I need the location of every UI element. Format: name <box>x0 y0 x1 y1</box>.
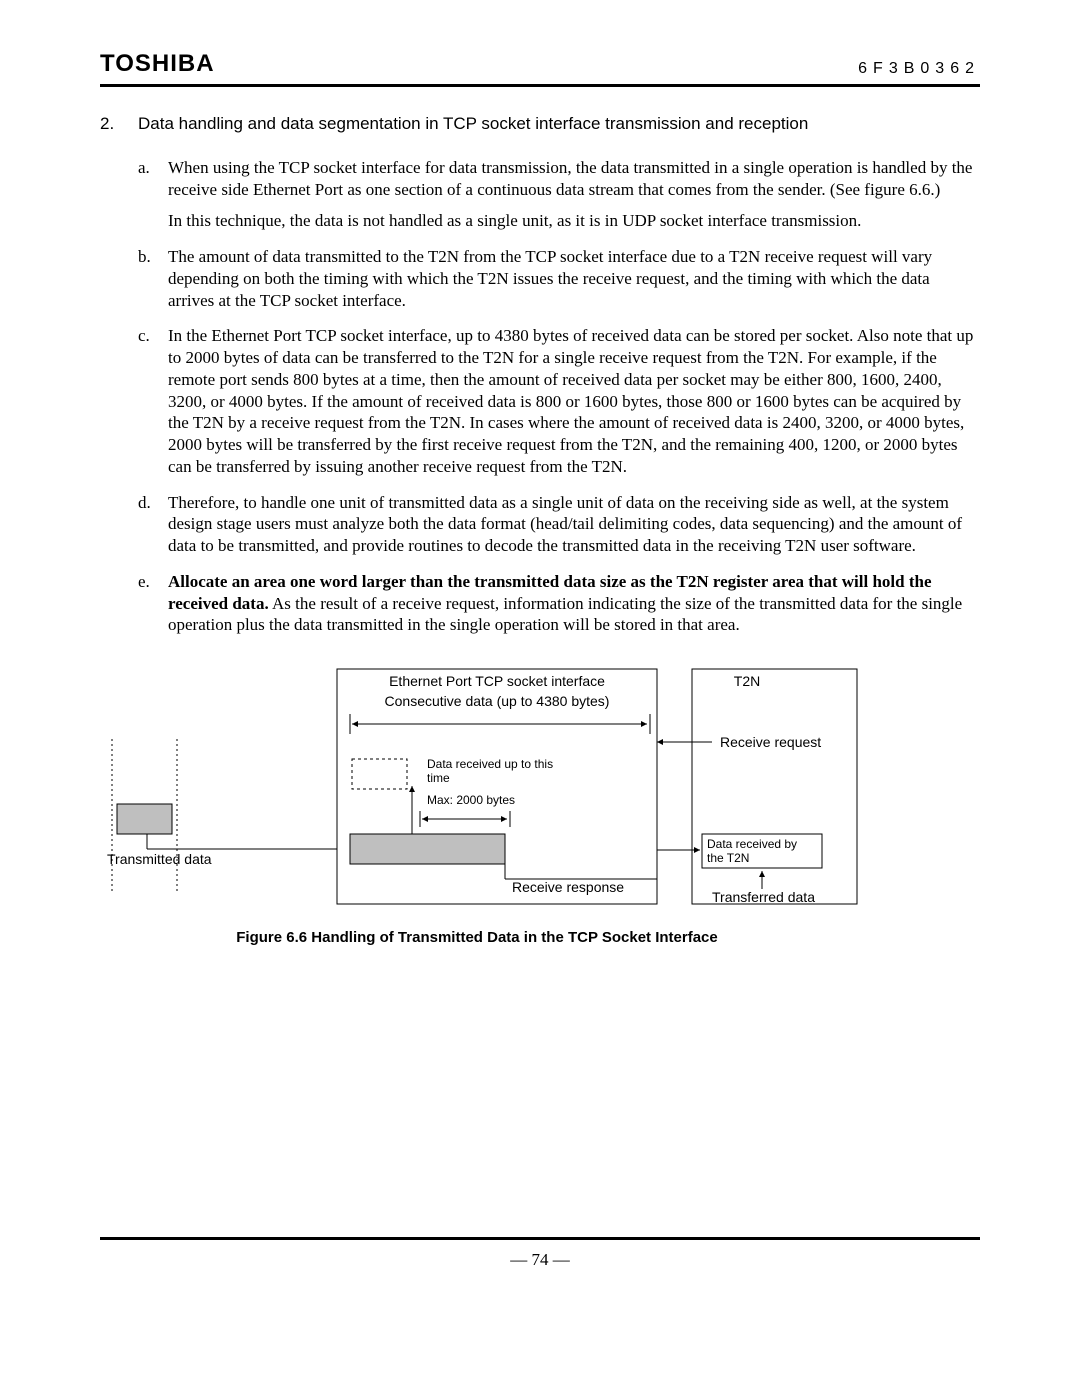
sub-marker: c. <box>138 325 168 477</box>
figure-6-6: Ethernet Port TCP socket interface Conse… <box>92 664 862 914</box>
paragraph: The amount of data transmitted to the T2… <box>168 246 980 311</box>
sub-body: The amount of data transmitted to the T2… <box>168 246 980 311</box>
paragraph: In the Ethernet Port TCP socket interfac… <box>168 325 980 477</box>
paragraph: When using the TCP socket interface for … <box>168 157 980 201</box>
figure-caption: Figure 6.6 Handling of Transmitted Data … <box>92 928 862 947</box>
label-rxbyT2N2: the T2N <box>707 851 749 865</box>
sub-body: When using the TCP socket interface for … <box>168 157 980 232</box>
label-receive-response: Receive response <box>512 879 624 895</box>
sub-marker: a. <box>138 157 168 232</box>
label-rxbyT2N1: Data received by <box>707 837 797 851</box>
toshiba-logo: TOSHIBA <box>100 50 215 78</box>
list-item-2: 2. Data handling and data segmentation i… <box>100 113 980 135</box>
sub-marker: b. <box>138 246 168 311</box>
list-title: Data handling and data segmentation in T… <box>138 113 980 135</box>
page-header: TOSHIBA 6F3B0362 <box>100 50 980 87</box>
sub-body: Therefore, to handle one unit of transmi… <box>168 492 980 557</box>
label-transferred: Transferred data <box>712 889 815 905</box>
label-rxuptotime2: time <box>427 771 450 785</box>
rest-text: As the result of a receive request, info… <box>168 594 962 635</box>
sub-item-a: a. When using the TCP socket interface f… <box>138 157 980 232</box>
paragraph: Allocate an area one word larger than th… <box>168 571 980 636</box>
sub-list: a. When using the TCP socket interface f… <box>138 157 980 947</box>
content-body: 2. Data handling and data segmentation i… <box>100 113 980 947</box>
sub-body: Allocate an area one word larger than th… <box>168 571 980 636</box>
label-consecutive: Consecutive data (up to 4380 bytes) <box>385 693 610 709</box>
sub-item-b: b. The amount of data transmitted to the… <box>138 246 980 311</box>
sub-item-e: e. Allocate an area one word larger than… <box>138 571 980 636</box>
sub-item-d: d. Therefore, to handle one unit of tran… <box>138 492 980 557</box>
sub-marker: d. <box>138 492 168 557</box>
paragraph: Therefore, to handle one unit of transmi… <box>168 492 980 557</box>
sub-item-c: c. In the Ethernet Port TCP socket inter… <box>138 325 980 477</box>
document-number: 6F3B0362 <box>858 60 980 78</box>
page-footer: — 74 — <box>100 1237 980 1270</box>
label-rxuptotime1: Data received up to this <box>427 757 553 771</box>
label-transmitted: Transmitted data <box>107 851 212 867</box>
label-ethernet: Ethernet Port TCP socket interface <box>389 673 605 689</box>
sub-body: In the Ethernet Port TCP socket interfac… <box>168 325 980 477</box>
list-marker: 2. <box>100 113 138 135</box>
paragraph: In this technique, the data is not handl… <box>168 210 980 232</box>
label-t2n: T2N <box>734 673 760 689</box>
sub-marker: e. <box>138 571 168 636</box>
page-number: — 74 — <box>510 1250 570 1269</box>
label-max2000: Max: 2000 bytes <box>427 793 515 807</box>
label-receive-request: Receive request <box>720 734 821 750</box>
